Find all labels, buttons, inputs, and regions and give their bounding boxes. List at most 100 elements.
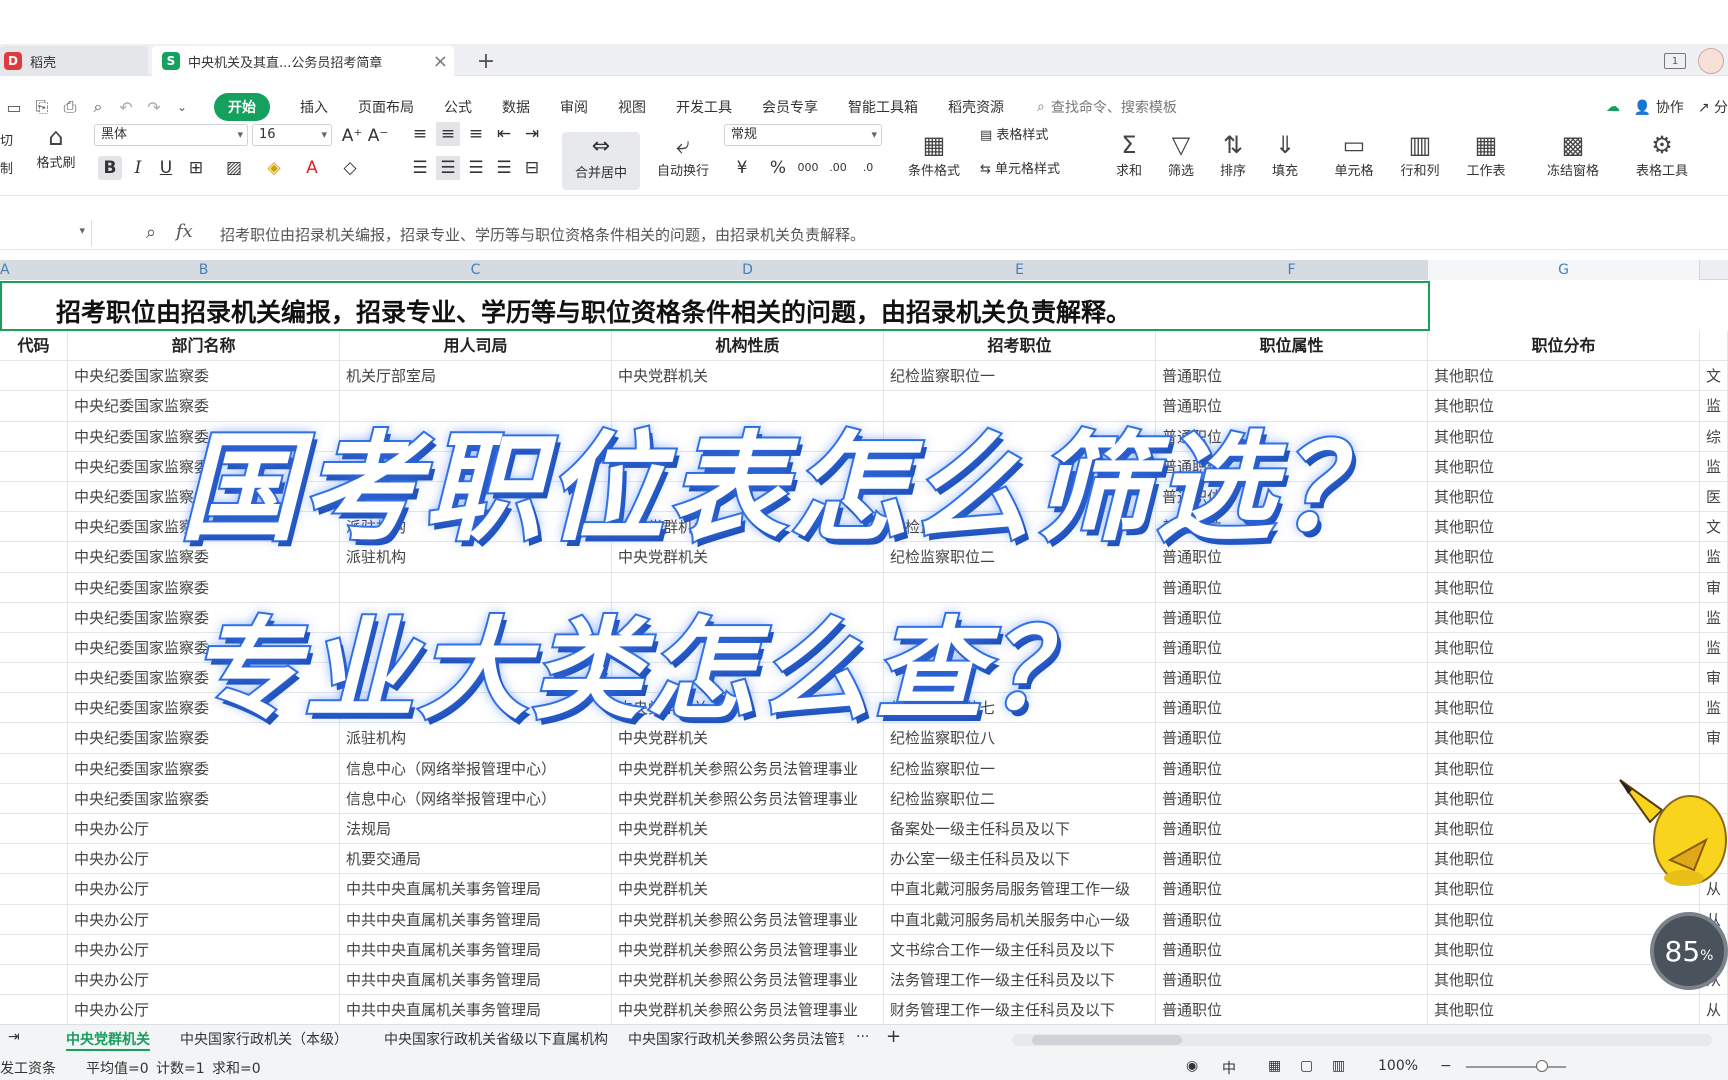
- cell-org-type[interactable]: 中央党群机关: [612, 814, 884, 844]
- input-mode-indicator[interactable]: 中: [1222, 1058, 1236, 1078]
- auto-wrap-button[interactable]: ⤶ 自动换行: [646, 130, 720, 179]
- header-cell-department[interactable]: 部门名称: [68, 331, 340, 361]
- cell-position-attr[interactable]: 普通职位: [1156, 361, 1428, 392]
- name-box[interactable]: [0, 220, 92, 246]
- decrease-decimal-icon[interactable]: .0: [856, 156, 880, 180]
- cell-org-type[interactable]: 中央党群机关参照公务员法管理事业: [612, 995, 884, 1026]
- cell-position-attr[interactable]: 普通职位: [1156, 874, 1428, 905]
- cell-extra[interactable]: 监: [1700, 391, 1728, 422]
- bold-icon[interactable]: B: [98, 156, 122, 180]
- clear-format-icon[interactable]: ◇: [338, 156, 362, 180]
- sheet-tab-admin-provincial[interactable]: 中央国家行政机关省级以下直属机构: [384, 1029, 608, 1049]
- sheet-tab-party-orgs[interactable]: 中央党群机关: [66, 1029, 150, 1051]
- cell-position[interactable]: 文书综合工作一级主任科员及以下: [884, 934, 1156, 965]
- cell-extra[interactable]: 综: [1700, 421, 1728, 452]
- header-cell-position-dist[interactable]: 职位分布: [1428, 331, 1700, 361]
- cell-position-dist[interactable]: 其他职位: [1428, 572, 1700, 603]
- header-cell-extra[interactable]: [1700, 331, 1728, 361]
- cell-code[interactable]: [0, 451, 68, 482]
- cell-position[interactable]: 中直北戴河服务局服务管理工作一级: [884, 874, 1156, 905]
- sum-button[interactable]: Σ 求和: [1108, 130, 1150, 179]
- cell-position[interactable]: 纪检监察职位二: [884, 783, 1156, 814]
- more-sheets-button[interactable]: ···: [856, 1029, 869, 1045]
- print-icon[interactable]: ⎙: [56, 97, 84, 117]
- cell-department[interactable]: 中央办公厅: [68, 964, 340, 995]
- align-bottom-icon[interactable]: ≡: [464, 122, 488, 146]
- fx-icon[interactable]: fx: [176, 221, 193, 242]
- cell-button[interactable]: ▭ 单元格: [1326, 130, 1382, 179]
- cell-code[interactable]: [0, 874, 68, 905]
- cell-extra[interactable]: 监: [1700, 542, 1728, 573]
- cell-position-dist[interactable]: 其他职位: [1428, 693, 1700, 724]
- zoom-lookup-icon[interactable]: ⌕: [146, 222, 156, 243]
- cell-department[interactable]: 中央纪委国家监察委: [68, 783, 340, 814]
- print-preview-icon[interactable]: ⌕: [84, 97, 112, 117]
- distribute-icon[interactable]: ⊟: [520, 156, 544, 180]
- cell-code[interactable]: [0, 391, 68, 422]
- justify-icon[interactable]: ☰: [492, 156, 516, 180]
- cell-extra[interactable]: 监: [1700, 451, 1728, 482]
- column-header-c[interactable]: C: [340, 260, 612, 280]
- cell-position-dist[interactable]: 其他职位: [1428, 361, 1700, 392]
- font-size-select[interactable]: 16: [252, 124, 332, 146]
- cell-department[interactable]: 中央办公厅: [68, 995, 340, 1026]
- zoom-level[interactable]: 100%: [1378, 1058, 1418, 1074]
- cell-position-attr[interactable]: 普通职位: [1156, 844, 1428, 875]
- cell-code[interactable]: [0, 844, 68, 875]
- format-painter-button[interactable]: ⌂ 格式刷: [30, 122, 82, 171]
- horizontal-scrollbar[interactable]: [1012, 1034, 1712, 1046]
- table-style-button[interactable]: ▤ 表格样式: [980, 124, 1048, 143]
- currency-icon[interactable]: ¥: [730, 156, 754, 180]
- header-cell-position[interactable]: 招考职位: [884, 331, 1156, 361]
- italic-icon[interactable]: I: [126, 156, 150, 180]
- cell-style-button[interactable]: ⇆ 单元格样式: [980, 158, 1060, 177]
- header-cell-org-type[interactable]: 机构性质: [612, 331, 884, 361]
- tab-daoke[interactable]: D 稻壳: [0, 46, 148, 76]
- header-cell-position-attr[interactable]: 职位属性: [1156, 331, 1428, 361]
- cell-position[interactable]: 法务管理工作一级主任科员及以下: [884, 964, 1156, 995]
- cell-org-type[interactable]: 中央党群机关: [612, 874, 884, 905]
- redo-icon[interactable]: ↷: [140, 98, 168, 117]
- column-header-g[interactable]: G: [1428, 260, 1700, 280]
- align-center-icon[interactable]: ☰: [436, 156, 460, 180]
- cell-position-attr[interactable]: 普通职位: [1156, 934, 1428, 965]
- cell-org-type[interactable]: 中央党群机关: [612, 361, 884, 392]
- column-header-e[interactable]: E: [884, 260, 1156, 280]
- menu-start[interactable]: 开始: [214, 93, 270, 121]
- cell-code[interactable]: [0, 753, 68, 784]
- cell-position-attr[interactable]: 普通职位: [1156, 753, 1428, 784]
- menu-view[interactable]: 视图: [618, 97, 646, 117]
- cell-org-type[interactable]: 中央党群机关参照公务员法管理事业: [612, 753, 884, 784]
- header-cell-code[interactable]: 代码: [0, 331, 68, 361]
- cell-department[interactable]: 中央纪委国家监察委: [68, 361, 340, 392]
- cell-position-dist[interactable]: 其他职位: [1428, 602, 1700, 633]
- column-header-b[interactable]: B: [68, 260, 340, 280]
- font-name-select[interactable]: 黑体: [94, 124, 248, 146]
- cell-org-type[interactable]: 中央党群机关参照公务员法管理事业: [612, 904, 884, 935]
- align-middle-icon[interactable]: ≡: [436, 122, 460, 146]
- cell-code[interactable]: [0, 693, 68, 724]
- menu-data[interactable]: 数据: [502, 97, 530, 117]
- column-header-f[interactable]: F: [1156, 260, 1428, 280]
- progress-gauge[interactable]: 85%: [1650, 912, 1728, 990]
- percent-icon[interactable]: %: [766, 156, 790, 180]
- sort-button[interactable]: ⇅ 排序: [1212, 130, 1254, 179]
- horizontal-scrollbar-thumb[interactable]: [1032, 1035, 1182, 1045]
- command-search[interactable]: ⌕ 查找命令、搜索模板: [1037, 97, 1177, 117]
- customize-chevron-icon[interactable]: ⌄: [168, 100, 196, 114]
- cell-position[interactable]: 备案处一级主任科员及以下: [884, 814, 1156, 844]
- conditional-format-button[interactable]: ▦ 条件格式: [898, 130, 970, 179]
- cell-department[interactable]: 中央办公厅: [68, 814, 340, 844]
- merge-center-button[interactable]: ⇔ 合并居中: [562, 132, 640, 190]
- cell-position-attr[interactable]: 普通职位: [1156, 663, 1428, 694]
- collab-button[interactable]: 👤 协作: [1634, 97, 1684, 117]
- cell-org-type[interactable]: 中央党群机关参照公务员法管理事业: [612, 934, 884, 965]
- menu-insert[interactable]: 插入: [300, 97, 328, 117]
- filter-button[interactable]: ▽ 筛选: [1160, 130, 1202, 179]
- cell-extra[interactable]: 从: [1700, 995, 1728, 1026]
- cell-position-dist[interactable]: 其他职位: [1428, 451, 1700, 482]
- cell-extra[interactable]: 医: [1700, 481, 1728, 512]
- cell-code[interactable]: [0, 663, 68, 694]
- menu-page-layout[interactable]: 页面布局: [358, 97, 414, 117]
- sheet-tab-admin-central[interactable]: 中央国家行政机关（本级）: [180, 1029, 348, 1049]
